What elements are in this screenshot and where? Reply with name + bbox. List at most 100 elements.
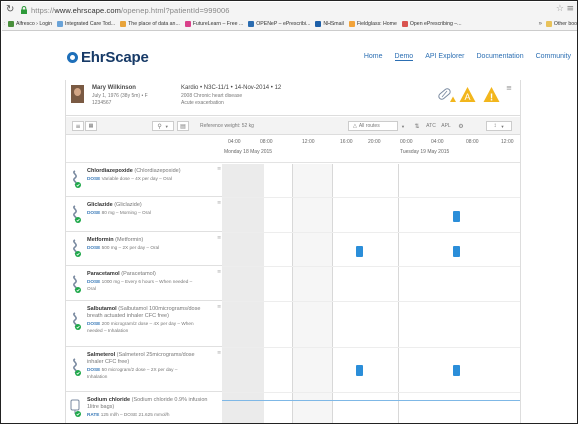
allergy-warning-icon[interactable]: A [459, 86, 476, 103]
medication-name: Salbutamol [87, 306, 117, 312]
avatar [71, 85, 84, 103]
app-header: EhrScape Home Demo API Explorer Document… [2, 32, 577, 78]
time-label: 00:00 [400, 139, 413, 145]
nav-demo[interactable]: Demo [394, 53, 414, 61]
administration-marker[interactable] [453, 211, 460, 222]
day-label: Monday 18 May 2015 [224, 149, 273, 155]
route-dropdown-toggle[interactable]: ▼ [399, 121, 407, 131]
medication-dose: DOSE 500 mg – 2X per day – Oral [87, 245, 160, 250]
administration-marker[interactable] [453, 246, 460, 257]
bookmark-item[interactable]: Fieldglass: Home [348, 21, 397, 27]
administration-marker[interactable] [356, 246, 363, 257]
diagnosis: 2008 Chronic heart disease [181, 93, 243, 99]
bookmark-favicon-icon [8, 21, 14, 27]
medication-dose: DOSE 50 microgram/2 dose – 2X per day – I… [87, 367, 178, 379]
nav-documentation[interactable]: Documentation [477, 53, 524, 61]
grid-line [332, 164, 333, 423]
ehrscape-logo[interactable]: EhrScape [67, 49, 149, 66]
pill-warning-icon[interactable] [436, 87, 456, 103]
more-bookmarks-button[interactable]: » [539, 21, 542, 27]
medication-name: Gliclazide [87, 202, 113, 208]
route-filter[interactable]: △ All routes [348, 121, 398, 131]
time-label: 08:00 [466, 139, 479, 145]
row-menu-icon[interactable]: ≡ [217, 270, 221, 275]
nav-api-explorer[interactable]: API Explorer [425, 53, 464, 61]
medication-dose: DOSE 200 microgram/2 dose – 4X per day –… [87, 321, 194, 333]
atc-button[interactable]: ATC [424, 121, 438, 131]
bookmark-item[interactable]: Open ePrescribing –... [401, 21, 462, 27]
current-period-shade [292, 164, 332, 423]
row-menu-icon[interactable]: ≡ [217, 167, 221, 172]
patient-dob: July 1, 1976 (38y 5m) • F [92, 93, 148, 99]
print-button[interactable]: ▤ [177, 121, 189, 131]
nav-home[interactable]: Home [364, 53, 383, 61]
zoom-dropdown[interactable]: ↕ ▼ [486, 121, 512, 131]
bookmark-item[interactable]: NHSmail [315, 21, 344, 27]
url-field[interactable]: https://www.ehrscape.com/openep.html?pat… [31, 6, 230, 15]
medication-name: Paracetamol [87, 271, 120, 277]
row-separator [222, 392, 520, 393]
row-menu-icon[interactable]: ≡ [217, 305, 221, 310]
gear-icon: ⚙ [458, 122, 464, 130]
other-bookmarks-folder[interactable]: Other boo [545, 21, 577, 27]
bookmark-favicon-icon [184, 21, 191, 27]
infusion-bag-icon [70, 399, 81, 417]
bookmark-item[interactable]: Integrated Care Tod... [57, 21, 115, 27]
time-label: 08:00 [260, 139, 273, 145]
medication-row-sodium-chloride[interactable]: Sodium chloride (Sodium chloride 0.9% in… [66, 393, 222, 423]
medication-status-icon [73, 358, 81, 376]
time-label: 12:00 [501, 139, 514, 145]
bookmark-favicon-icon [348, 21, 355, 27]
apl-button[interactable]: APL [439, 121, 453, 131]
grid-line [398, 164, 399, 423]
row-menu-icon[interactable]: ≡ [217, 201, 221, 206]
sort-button[interactable]: ⇅ [412, 121, 422, 131]
encounter-info: Kardio • N3C-11/1 • 14-Nov-2014 • 12 [181, 85, 282, 91]
nav-community[interactable]: Community [536, 53, 571, 61]
bookmark-item[interactable]: Alfresco › Login [8, 21, 52, 27]
medication-row-salbutamol[interactable]: Salbutamol (Salbutamol 100micrograms/dos… [66, 302, 222, 347]
medication-dose: DOSE 1000 mg – Every 6 hours – When need… [87, 279, 193, 291]
reload-icon[interactable]: ↻ [6, 5, 16, 15]
medication-generic: (Sodium chloride 0.9% infusion [131, 397, 208, 403]
infusion-line [222, 400, 520, 401]
row-separator [222, 232, 520, 233]
search-icon: ⚲ [157, 122, 162, 130]
medication-status-icon [73, 312, 81, 330]
row-separator [222, 347, 520, 348]
row-menu-icon[interactable]: ≡ [217, 236, 221, 241]
medication-row-paracetamol[interactable]: Paracetamol (Paracetamol) DOSE 1000 mg –… [66, 267, 222, 301]
list-icon: ≡ [75, 122, 81, 130]
grid-view-button[interactable]: ▦ [85, 121, 97, 131]
logo-ring-icon [67, 52, 78, 63]
diagnosis: Acute exacerbation [181, 100, 224, 106]
medication-row-salmeterol[interactable]: Salmeterol (Salmeterol 25micrograms/dose… [66, 348, 222, 392]
browser-menu-icon[interactable]: ≡ [566, 4, 574, 14]
bookmark-item[interactable]: The place of data an... [120, 21, 180, 27]
chevron-down-icon: ▼ [164, 123, 169, 129]
medication-row-chlordiazepoxide[interactable]: Chlordiazepoxide (Chlordiazepoxide) DOSE… [66, 164, 222, 197]
grid-line [292, 164, 293, 423]
medication-rows: Chlordiazepoxide (Chlordiazepoxide) DOSE… [66, 164, 520, 423]
search-dropdown[interactable]: ⚲ ▼ [152, 121, 174, 131]
administration-marker[interactable] [453, 365, 460, 376]
medication-row-metformin[interactable]: Metformin (Metformin) DOSE 500 mg – 2X p… [66, 233, 222, 266]
medication-generic: (Paracetamol) [121, 271, 156, 277]
bookmark-favicon-icon [401, 21, 408, 27]
grid-icon: ▦ [88, 123, 94, 129]
bookmark-star-icon[interactable]: ☆ [556, 5, 564, 14]
medication-generic: (Salbutamol 100micrograms/dose [118, 306, 201, 312]
medication-dose: DOSE Variable dose – 4X per day – Oral [87, 176, 172, 181]
medication-row-gliclazide[interactable]: Gliclazide (Gliclazide) DOSE 80 mg – Mor… [66, 198, 222, 232]
banner-menu-icon[interactable]: ≡ [506, 85, 512, 92]
bookmark-favicon-icon [248, 21, 255, 27]
time-label: 20:00 [368, 139, 381, 145]
administration-marker[interactable] [356, 365, 363, 376]
settings-button[interactable]: ⚙ [456, 121, 466, 131]
bookmark-item[interactable]: OPENeP – ePrescribi... [248, 21, 310, 27]
bookmarks-bar: : Alfresco › Login Integrated Care Tod..… [2, 18, 577, 31]
list-view-button[interactable]: ≡ [72, 121, 84, 131]
bookmark-item[interactable]: FutureLearn – Free ... [184, 21, 243, 27]
alert-warning-icon[interactable]: ! [483, 86, 500, 103]
row-menu-icon[interactable]: ≡ [217, 351, 221, 356]
